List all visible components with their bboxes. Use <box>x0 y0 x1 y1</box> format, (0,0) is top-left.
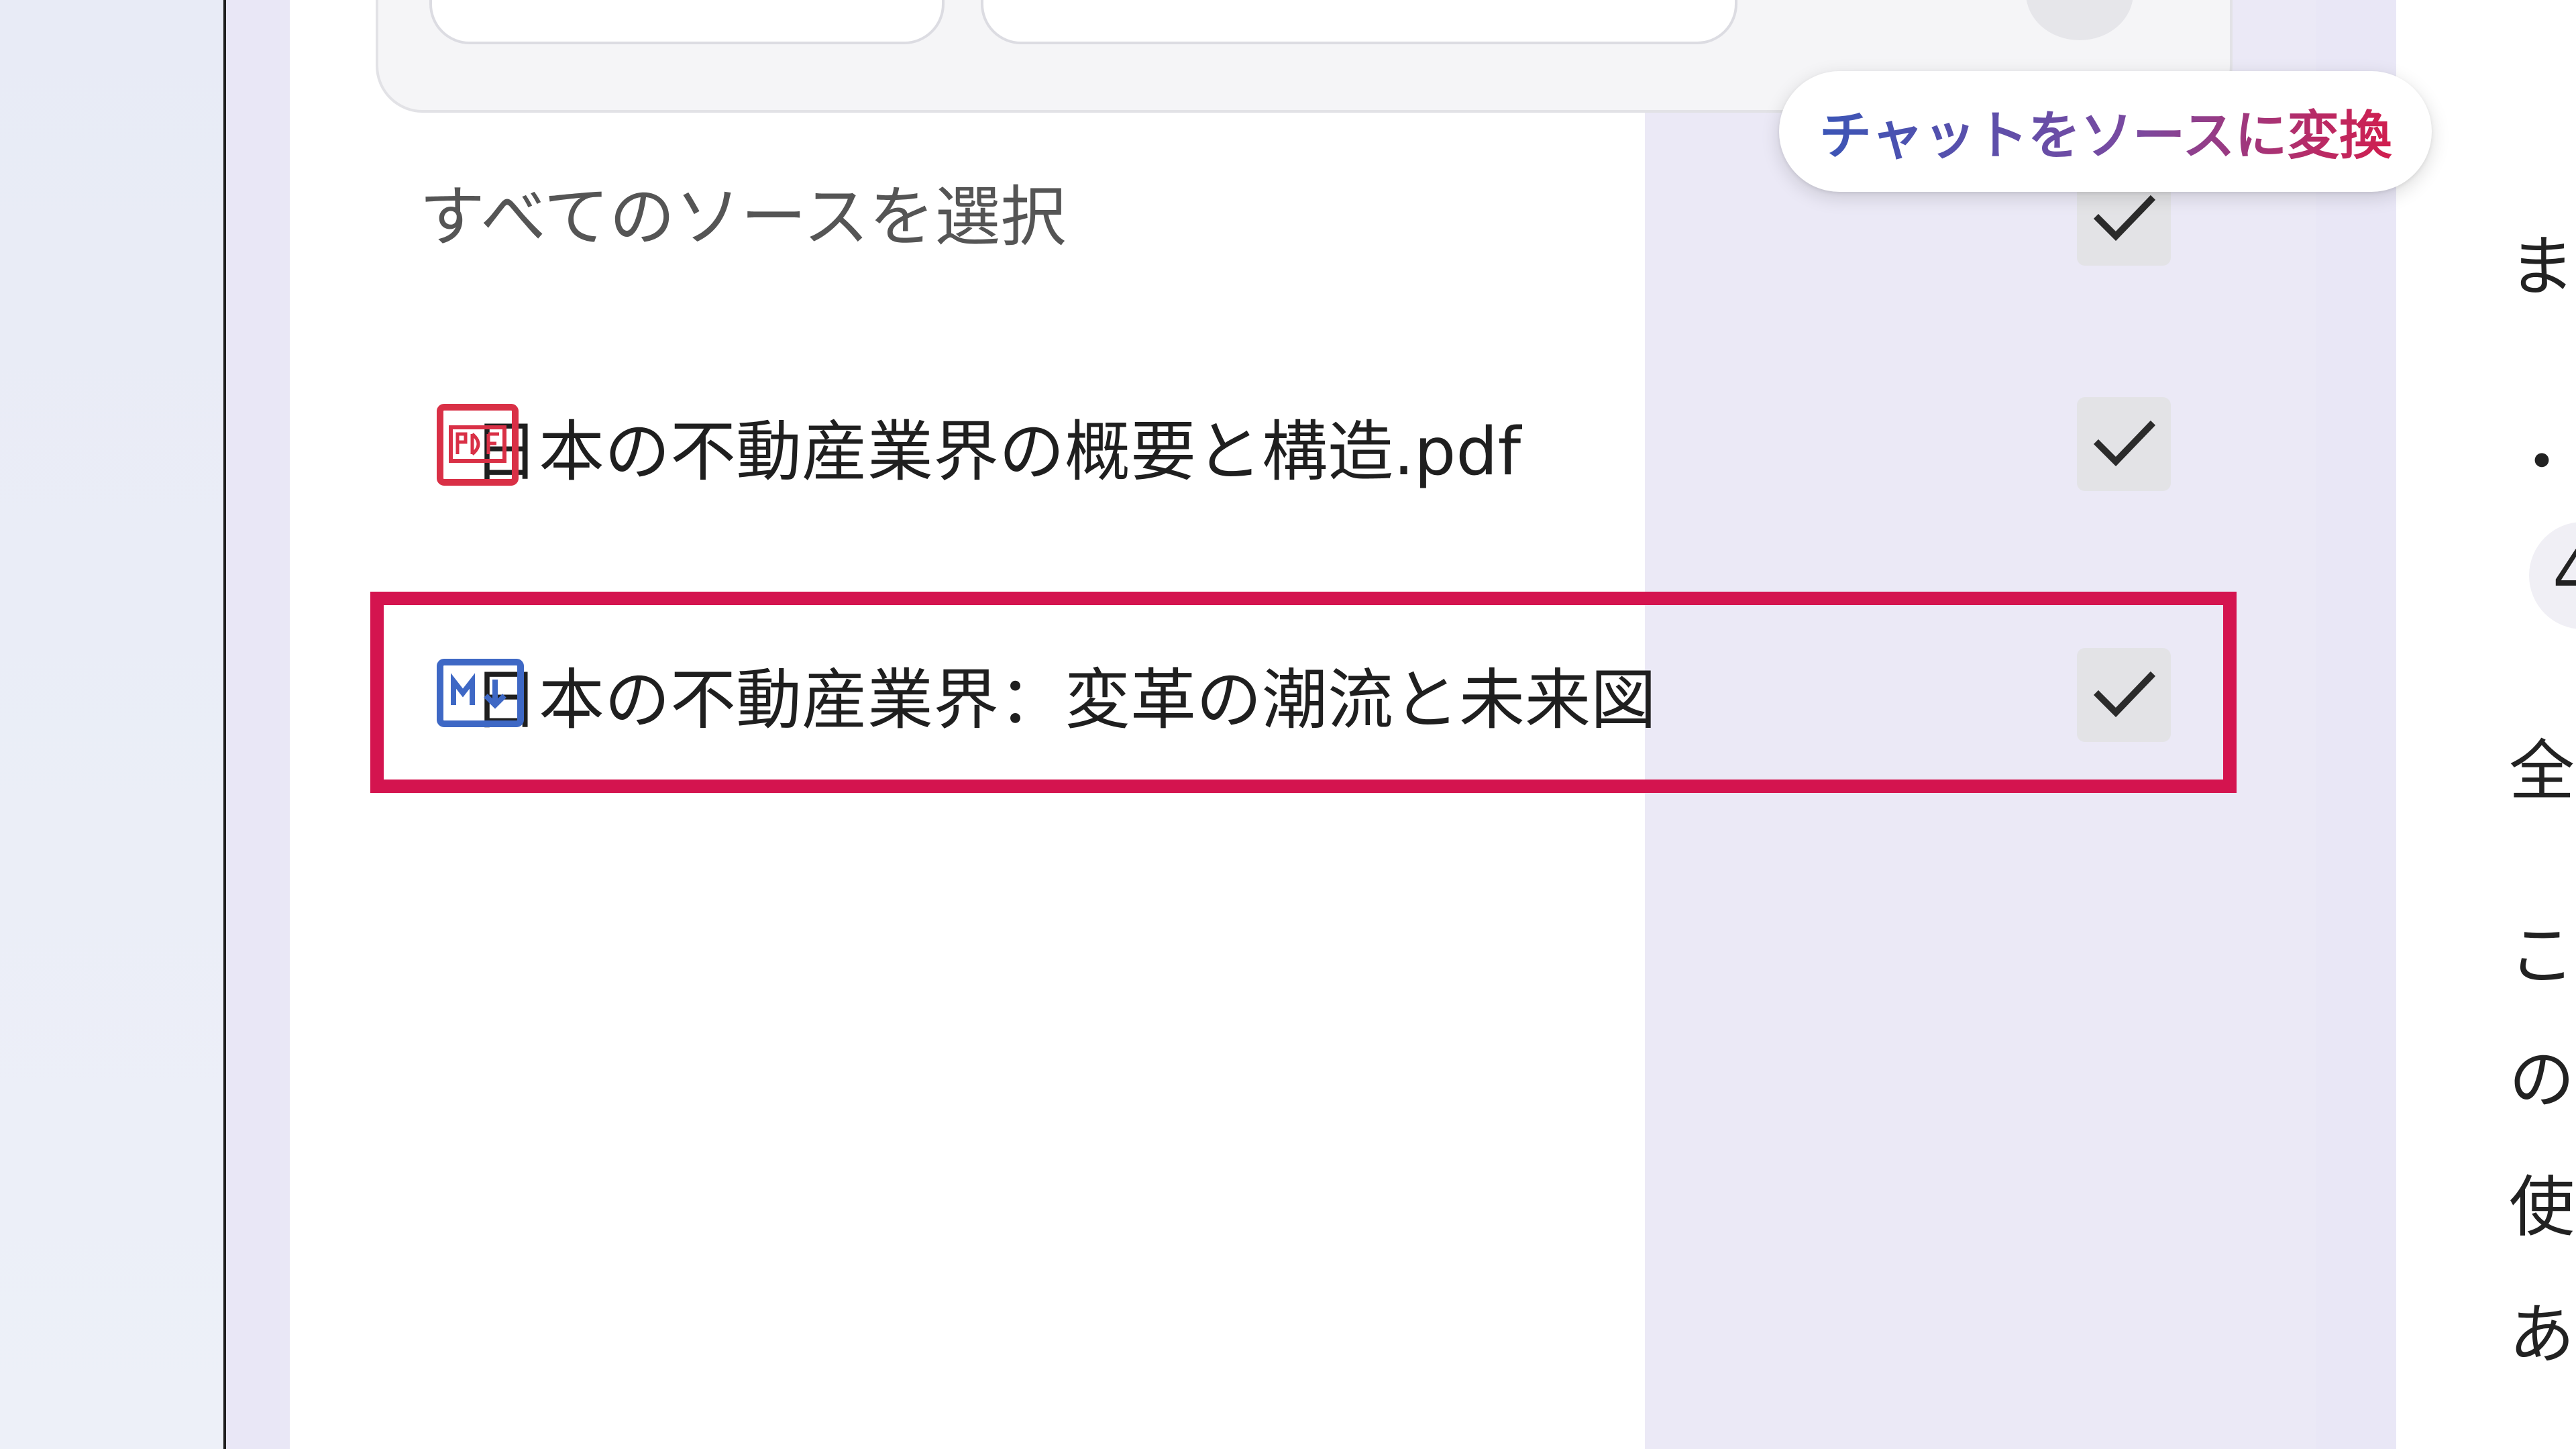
source-title: 日本の不動産業界の概要と構造.pdf <box>473 414 1521 490</box>
select-all-label: すべてのソースを選択 <box>419 179 1067 256</box>
discover-sources-button[interactable] <box>981 0 1737 44</box>
panel-gutter <box>226 0 290 1449</box>
convert-chat-to-source-label: チャットをソースに変換 <box>1819 94 2392 169</box>
chat-text-fragment: あ <box>2509 1297 2575 1373</box>
chat-text-fragment: ・「 <box>2509 425 2576 501</box>
highlight-annotation <box>370 592 2237 793</box>
left-background <box>0 0 225 1449</box>
check-icon <box>2093 195 2156 241</box>
pdf-icon <box>436 403 519 489</box>
chat-text-fragment: の <box>2509 1042 2575 1118</box>
chat-text-fragment: こ <box>2509 918 2575 994</box>
check-icon <box>2093 420 2156 467</box>
chat-text-fragment: 使 <box>2509 1169 2575 1246</box>
source-row[interactable]: 日本の不動産業界の概要と構造.pdf <box>376 389 2187 503</box>
chat-text-fragment: 全 <box>2509 733 2575 810</box>
right-gutter <box>2316 0 2396 1449</box>
convert-chat-to-source-button[interactable]: チャットをソースに変換 <box>1779 71 2432 192</box>
add-source-button[interactable] <box>429 0 945 44</box>
source-checkbox[interactable] <box>2077 397 2171 491</box>
chat-text-fragment: ま <box>2509 229 2575 305</box>
chat-text-fragment: 4 <box>2553 537 2576 613</box>
